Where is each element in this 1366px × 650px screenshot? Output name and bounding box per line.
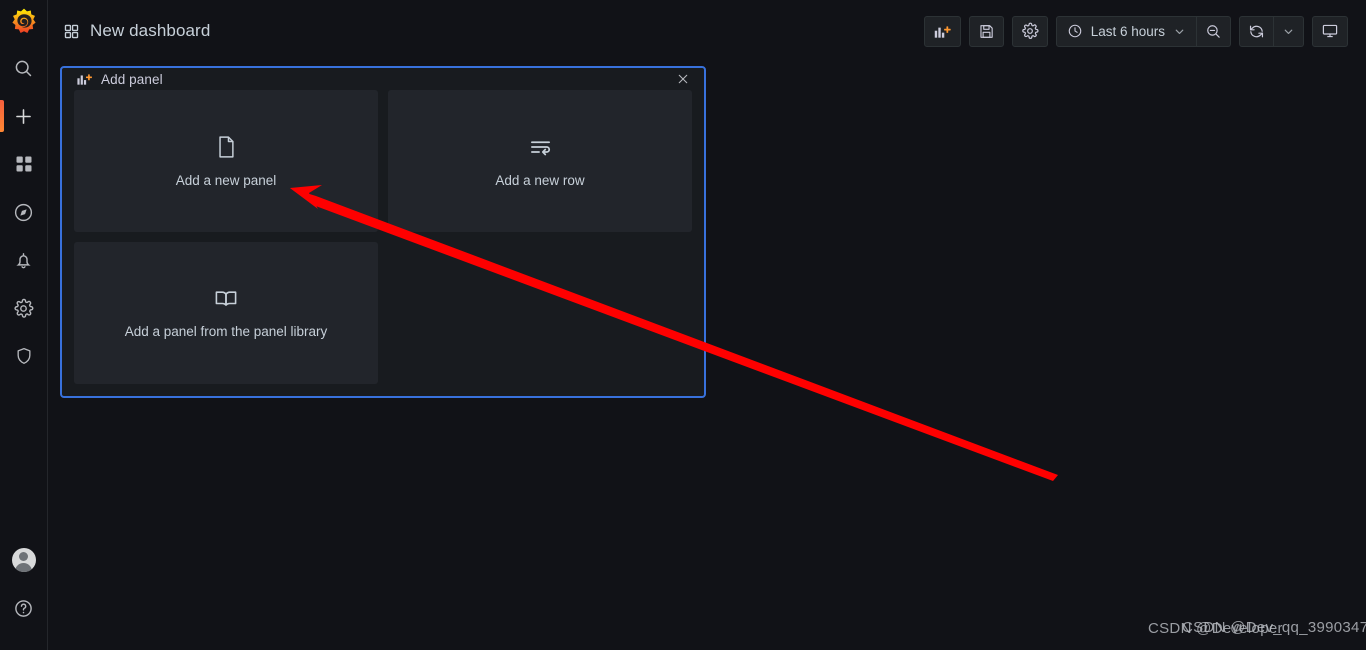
sidebar-item-explore[interactable]	[0, 188, 48, 236]
time-controls-group: Last 6 hours	[1055, 15, 1231, 47]
refresh-interval-picker[interactable]	[1274, 15, 1304, 47]
avatar-head	[19, 552, 28, 561]
sync-icon	[1249, 25, 1264, 37]
question-circle-icon	[15, 599, 32, 617]
sidebar-item-user-profile[interactable]	[0, 536, 48, 584]
dashboard-settings-button[interactable]	[1011, 15, 1048, 47]
add-panel-icon	[934, 25, 951, 38]
chevron-down-icon	[1175, 29, 1184, 34]
top-navbar: New dashboard Last 6 hours	[48, 0, 1366, 62]
add-new-row-label: Add a new row	[495, 172, 585, 188]
add-from-library-card[interactable]: Add a panel from the panel library	[74, 242, 378, 384]
chevron-down-icon	[1284, 29, 1293, 34]
avatar	[11, 548, 36, 572]
gear-icon	[14, 298, 34, 318]
sidebar-item-alerting[interactable]	[0, 236, 48, 284]
sidebar-item-configuration[interactable]	[0, 284, 48, 332]
close-icon	[678, 74, 688, 84]
add-panel-widget: Add panel Add a new panel Add a new row …	[60, 66, 706, 398]
main-sidebar	[0, 0, 48, 650]
add-panel-title: Add panel	[101, 71, 163, 87]
plus-icon	[16, 108, 31, 124]
sidebar-item-server-admin[interactable]	[0, 332, 48, 380]
time-range-label: Last 6 hours	[1090, 23, 1165, 39]
add-panel-options: Add a new panel Add a new row Add a pane…	[62, 90, 704, 396]
apps-grid-icon	[64, 24, 79, 38]
add-panel-button[interactable]	[923, 15, 961, 47]
time-range-picker[interactable]: Last 6 hours	[1055, 15, 1197, 47]
add-panel-header: Add panel	[62, 68, 704, 90]
apps-grid-icon	[16, 156, 31, 172]
sidebar-item-dashboards[interactable]	[0, 140, 48, 188]
close-add-panel-button[interactable]	[672, 68, 694, 90]
compass-icon	[14, 203, 33, 221]
breadcrumb[interactable]: New dashboard	[63, 21, 210, 41]
add-from-library-label: Add a panel from the panel library	[124, 323, 328, 339]
search-icon	[15, 60, 32, 76]
active-indicator	[0, 100, 4, 132]
refresh-controls-group	[1239, 15, 1304, 47]
empty-grid-cell	[388, 242, 692, 384]
search-minus-icon	[1207, 24, 1220, 38]
add-panel-icon	[77, 74, 92, 85]
book-open-icon	[214, 288, 238, 315]
add-new-panel-label: Add a new panel	[175, 172, 277, 188]
refresh-button[interactable]	[1239, 15, 1274, 47]
sidebar-item-help[interactable]	[0, 584, 48, 632]
add-new-panel-card[interactable]: Add a new panel	[74, 90, 378, 232]
watermark-line-2: CSDN @Dev_qq_39903474	[1182, 619, 1366, 636]
avatar-body	[15, 563, 32, 572]
page-title: New dashboard	[90, 21, 211, 40]
grafana-app: New dashboard Last 6 hours Add panel Add…	[0, 0, 1366, 650]
sidebar-item-create[interactable]	[0, 92, 48, 140]
kiosk-mode-button[interactable]	[1312, 15, 1348, 47]
dashboard-toolbar: Last 6 hours	[923, 15, 1348, 47]
gear-icon	[1021, 22, 1039, 39]
monitor-icon	[1322, 24, 1338, 38]
file-icon	[215, 135, 237, 164]
grafana-logo-icon	[11, 8, 36, 33]
sidebar-item-search[interactable]	[0, 44, 48, 92]
bell-icon	[16, 252, 31, 268]
save-floppy-icon	[980, 24, 993, 38]
save-dashboard-button[interactable]	[968, 15, 1004, 47]
clock-icon	[1068, 24, 1081, 38]
rows-icon	[529, 135, 552, 164]
add-new-row-card[interactable]: Add a new row	[388, 90, 692, 232]
shield-icon	[17, 348, 31, 364]
grafana-logo[interactable]	[0, 0, 48, 44]
zoom-out-time-button[interactable]	[1197, 15, 1231, 47]
